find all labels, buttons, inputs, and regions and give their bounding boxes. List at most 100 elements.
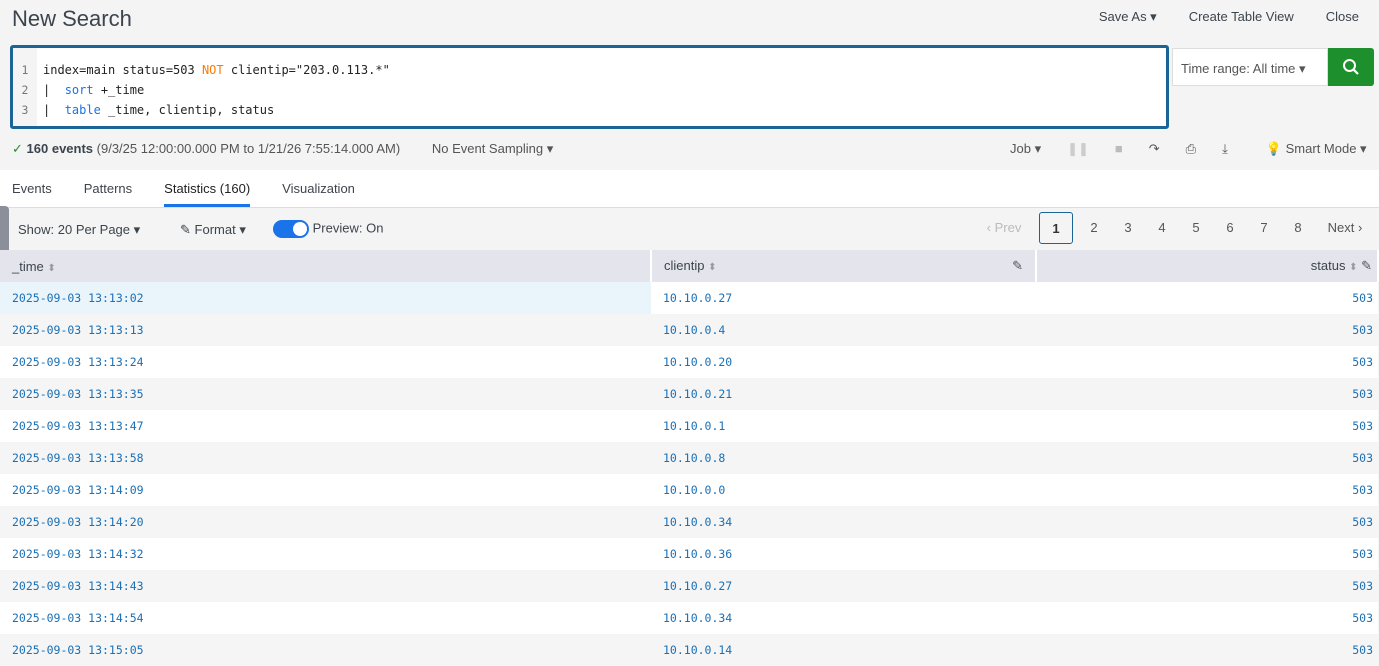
status-cell[interactable]: 503	[1036, 474, 1378, 506]
table-row: 2025-09-03 13:14:43 10.10.0.27 503	[0, 570, 1378, 602]
page-5[interactable]: 5	[1179, 212, 1213, 244]
status-cell[interactable]: 503	[1036, 314, 1378, 346]
page-8[interactable]: 8	[1281, 212, 1315, 244]
toggle-switch[interactable]	[273, 220, 309, 238]
tab-events[interactable]: Events	[12, 170, 52, 207]
edit-icon[interactable]: ✎	[1012, 258, 1023, 274]
tab-visualization[interactable]: Visualization	[282, 170, 355, 207]
search-query-editor[interactable]: 1 2 3 index=main status=503 NOT clientip…	[10, 45, 1169, 129]
query-command: table	[64, 103, 101, 117]
stop-icon[interactable]: ■	[1115, 141, 1123, 157]
status-cell[interactable]: 503	[1036, 538, 1378, 570]
query-text: clientip="203.0.113.*"	[223, 63, 390, 77]
job-menu[interactable]: Job ▾	[1010, 141, 1041, 157]
query-text: _time, clientip, status	[100, 103, 275, 117]
time-cell[interactable]: 2025-09-03 13:13:02	[0, 282, 651, 314]
results-tabs: Events Patterns Statistics (160) Visuali…	[0, 170, 1379, 208]
share-icon[interactable]: ↷	[1149, 141, 1160, 157]
clientip-cell[interactable]: 10.10.0.36	[651, 538, 1036, 570]
prev-page-button[interactable]: ‹ Prev	[969, 212, 1039, 244]
clientip-cell[interactable]: 10.10.0.21	[651, 378, 1036, 410]
status-cell[interactable]: 503	[1036, 506, 1378, 538]
clientip-cell[interactable]: 10.10.0.34	[651, 506, 1036, 538]
clientip-cell[interactable]: 10.10.0.8	[651, 442, 1036, 474]
sort-icon[interactable]: ⬍	[1349, 262, 1357, 273]
search-button[interactable]	[1328, 48, 1374, 86]
time-range-picker[interactable]: Time range: All time ▾	[1172, 48, 1328, 86]
search-icon	[1343, 59, 1359, 75]
sort-icon[interactable]: ⬍	[47, 263, 55, 274]
clientip-cell[interactable]: 10.10.0.27	[651, 570, 1036, 602]
edit-icon[interactable]: ✎	[1361, 258, 1372, 273]
clientip-cell[interactable]: 10.10.0.27	[651, 282, 1036, 314]
status-cell[interactable]: 503	[1036, 634, 1378, 666]
query-text: +_time	[93, 83, 145, 97]
event-count: 160 events	[26, 141, 94, 156]
print-icon[interactable]: ⎙	[1186, 141, 1196, 157]
query-line-3: | table _time, clientip, status	[43, 100, 390, 120]
query-pipe: |	[43, 83, 65, 97]
page-3[interactable]: 3	[1111, 212, 1145, 244]
status-cell[interactable]: 503	[1036, 282, 1378, 314]
status-cell[interactable]: 503	[1036, 378, 1378, 410]
column-label: _time	[12, 258, 44, 274]
time-cell[interactable]: 2025-09-03 13:13:13	[0, 314, 651, 346]
page-7[interactable]: 7	[1247, 212, 1281, 244]
clientip-cell[interactable]: 10.10.0.14	[651, 634, 1036, 666]
table-row: 2025-09-03 13:13:02 10.10.0.27 503	[0, 282, 1378, 314]
event-sampling-dropdown[interactable]: No Event Sampling ▾	[432, 141, 553, 156]
pause-icon[interactable]: ❚❚	[1067, 141, 1089, 157]
time-cell[interactable]: 2025-09-03 13:14:43	[0, 570, 651, 602]
format-dropdown[interactable]: ✎ Format ▾	[180, 222, 246, 238]
clientip-cell[interactable]: 10.10.0.1	[651, 410, 1036, 442]
create-table-view-button[interactable]: Create Table View	[1189, 9, 1294, 25]
line-number: 1	[21, 63, 29, 77]
time-cell[interactable]: 2025-09-03 13:14:20	[0, 506, 651, 538]
column-header-clientip[interactable]: clientip ⬍ ✎	[651, 250, 1037, 282]
page-2[interactable]: 2	[1077, 212, 1111, 244]
status-cell[interactable]: 503	[1036, 410, 1378, 442]
time-cell[interactable]: 2025-09-03 13:14:54	[0, 602, 651, 634]
time-cell[interactable]: 2025-09-03 13:14:32	[0, 538, 651, 570]
sort-icon[interactable]: ⬍	[708, 262, 716, 273]
table-row: 2025-09-03 13:14:20 10.10.0.34 503	[0, 506, 1378, 538]
clientip-cell[interactable]: 10.10.0.34	[651, 602, 1036, 634]
preview-toggle[interactable]: Preview: On	[273, 220, 383, 238]
status-cell[interactable]: 503	[1036, 602, 1378, 634]
format-label: Format ▾	[194, 222, 246, 237]
column-header-status[interactable]: status ⬍ ✎	[1036, 250, 1379, 282]
time-cell[interactable]: 2025-09-03 13:13:47	[0, 410, 651, 442]
table-row: 2025-09-03 13:13:58 10.10.0.8 503	[0, 442, 1378, 474]
page-6[interactable]: 6	[1213, 212, 1247, 244]
next-page-button[interactable]: Next ›	[1315, 212, 1375, 244]
page-4[interactable]: 4	[1145, 212, 1179, 244]
per-page-dropdown[interactable]: Show: 20 Per Page ▾	[18, 222, 140, 238]
tab-patterns[interactable]: Patterns	[84, 170, 132, 207]
query-line-1: index=main status=503 NOT clientip="203.…	[43, 60, 390, 80]
time-cell[interactable]: 2025-09-03 13:13:24	[0, 346, 651, 378]
time-cell[interactable]: 2025-09-03 13:14:09	[0, 474, 651, 506]
page-1[interactable]: 1	[1039, 212, 1073, 244]
column-label: clientip	[664, 258, 705, 273]
line-number: 3	[21, 103, 29, 117]
export-icon[interactable]: ⤓	[1222, 141, 1228, 157]
status-cell[interactable]: 503	[1036, 346, 1378, 378]
tab-statistics[interactable]: Statistics (160)	[164, 170, 251, 207]
page-title: New Search	[12, 6, 132, 31]
clientip-cell[interactable]: 10.10.0.20	[651, 346, 1036, 378]
query-keyword: NOT	[201, 63, 224, 77]
search-mode-dropdown[interactable]: 💡 Smart Mode ▾	[1266, 141, 1367, 157]
time-cell[interactable]: 2025-09-03 13:15:05	[0, 634, 651, 666]
close-button[interactable]: Close	[1326, 9, 1359, 25]
preview-label: Preview: On	[312, 220, 384, 236]
time-cell[interactable]: 2025-09-03 13:13:58	[0, 442, 651, 474]
status-cell[interactable]: 503	[1036, 570, 1378, 602]
search-status: ✓ 160 events (9/3/25 12:00:00.000 PM to …	[12, 141, 553, 157]
status-cell[interactable]: 503	[1036, 442, 1378, 474]
clientip-cell[interactable]: 10.10.0.0	[651, 474, 1036, 506]
save-as-button[interactable]: Save As ▾	[1099, 9, 1157, 25]
time-cell[interactable]: 2025-09-03 13:13:35	[0, 378, 651, 410]
clientip-cell[interactable]: 10.10.0.4	[651, 314, 1036, 346]
column-header-time[interactable]: _time ⬍	[0, 250, 652, 282]
table-row: 2025-09-03 13:13:35 10.10.0.21 503	[0, 378, 1378, 410]
